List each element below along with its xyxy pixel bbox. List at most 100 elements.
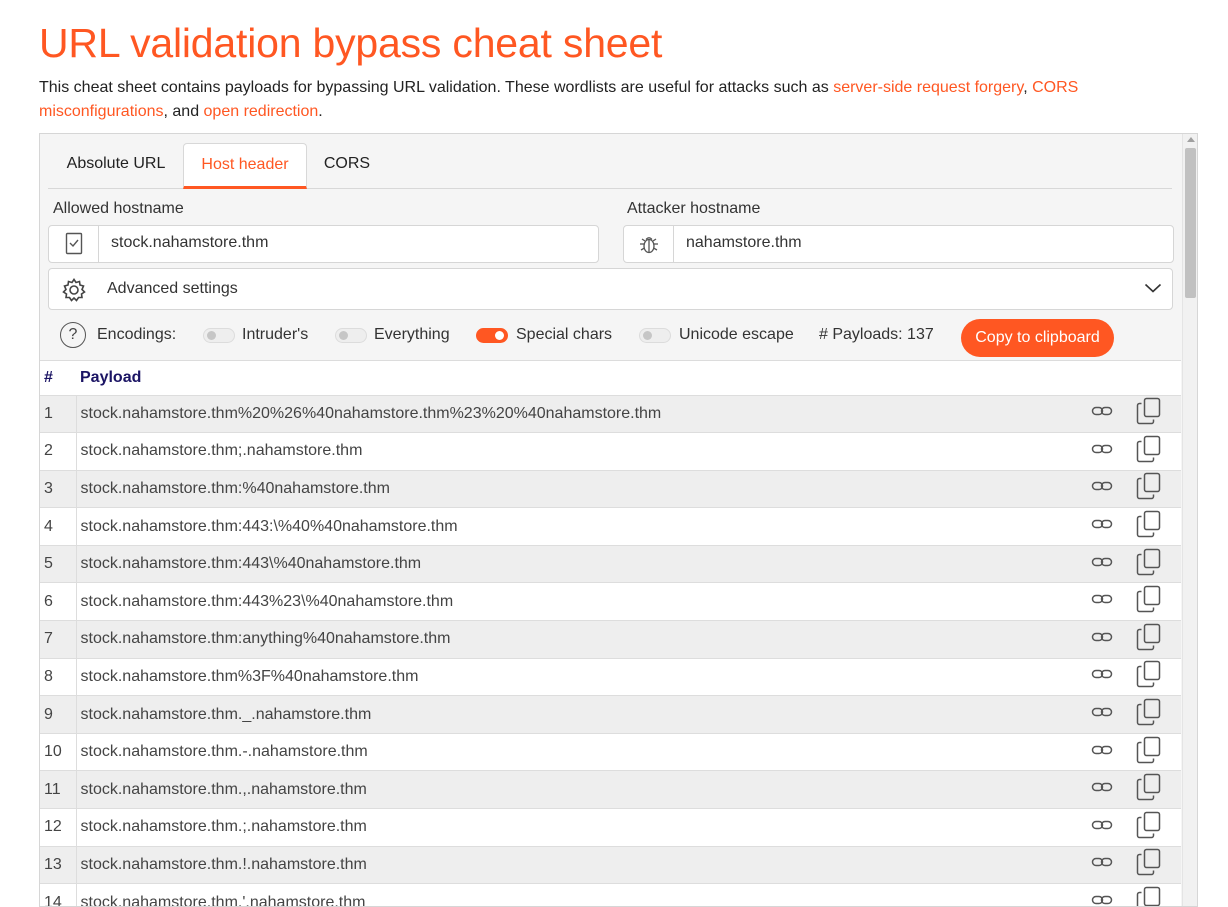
everything-label: Everything (374, 326, 450, 343)
table-row: 14 stock.nahamstore.thm.'.nahamstore.thm (40, 883, 1181, 906)
payload-count: # Payloads: 137 (819, 326, 934, 343)
table-row: 1 stock.nahamstore.thm%20%26%40nahamstore… (40, 394, 1181, 433)
allowed-hostname-field (48, 225, 599, 263)
allowed-hostname-label: Allowed hostname (53, 200, 184, 217)
row-number: 9 (40, 695, 77, 734)
intro-text-part: This cheat sheet contains payloads for b… (39, 79, 834, 96)
row-actions (1076, 732, 1181, 771)
table-row: 7 stock.nahamstore.thm:anything%40nahamst… (40, 620, 1181, 659)
copy-icon[interactable] (1136, 397, 1162, 430)
payload-text: stock.nahamstore.thm.-.nahamstore.thm (76, 732, 1076, 771)
payload-text: stock.nahamstore.thm%3F%40nahamstore.thm (76, 657, 1076, 696)
column-header-number: # (44, 368, 53, 386)
copy-icon[interactable] (1136, 623, 1162, 656)
payload-table: # Payload 1 stock.nahamstore.thm%20%26%40… (40, 360, 1181, 906)
table-row: 13 stock.nahamstore.thm.!.nahamstore.thm (40, 845, 1181, 884)
link-icon[interactable] (1091, 893, 1113, 906)
scroll-thumb[interactable] (1185, 148, 1196, 298)
row-actions (1076, 845, 1181, 884)
link-icon[interactable] (1091, 667, 1113, 686)
copy-icon[interactable] (1136, 698, 1162, 731)
payload-text: stock.nahamstore.thm.;.nahamstore.thm (76, 808, 1076, 847)
row-number: 12 (40, 808, 77, 847)
table-row: 6 stock.nahamstore.thm:443%23\%40nahamsto… (40, 582, 1181, 621)
payload-text: stock.nahamstore.thm.,.nahamstore.thm (76, 770, 1076, 809)
open-redirection-link[interactable]: open redirection (204, 103, 319, 120)
attacker-hostname-label: Attacker hostname (627, 200, 761, 217)
attacker-hostname-input[interactable] (686, 234, 1156, 252)
row-number: 2 (40, 432, 77, 471)
tab-absolute-url[interactable]: Absolute URL (48, 143, 184, 189)
link-icon[interactable] (1091, 780, 1113, 799)
row-actions (1076, 695, 1181, 734)
intro-end: . (318, 103, 323, 120)
row-number: 4 (40, 507, 77, 546)
row-actions (1076, 620, 1181, 659)
encodings-row: ? Encodings: Intruder's Everything Speci… (60, 319, 1180, 358)
bug-icon (624, 226, 674, 262)
tab-bar: Absolute URL Host header CORS (48, 143, 1172, 189)
payload-text: stock.nahamstore.thm:anything%40nahamsto… (76, 620, 1076, 659)
copy-icon[interactable] (1136, 660, 1162, 693)
copy-icon[interactable] (1136, 472, 1162, 505)
everything-toggle[interactable] (335, 328, 367, 343)
payload-text: stock.nahamstore.thm.!.nahamstore.thm (76, 845, 1076, 884)
table-row: 10 stock.nahamstore.thm.-.nahamstore.thm (40, 732, 1181, 771)
payload-text: stock.nahamstore.thm:443%23\%40nahamstor… (76, 582, 1076, 621)
copy-icon[interactable] (1136, 736, 1162, 769)
payload-text: stock.nahamstore.thm;.nahamstore.thm (76, 432, 1076, 471)
copy-icon[interactable] (1136, 585, 1162, 618)
copy-icon[interactable] (1136, 886, 1162, 906)
table-row: 3 stock.nahamstore.thm:%40nahamstore.thm (40, 469, 1181, 508)
row-actions (1076, 544, 1181, 583)
row-actions (1076, 507, 1181, 546)
copy-to-clipboard-button[interactable]: Copy to clipboard (961, 319, 1114, 357)
copy-icon[interactable] (1136, 811, 1162, 844)
table-row: 9 stock.nahamstore.thm._.nahamstore.thm (40, 695, 1181, 734)
link-icon[interactable] (1091, 705, 1113, 724)
copy-icon[interactable] (1136, 848, 1162, 881)
row-actions (1076, 469, 1181, 508)
link-icon[interactable] (1091, 630, 1113, 649)
link-icon[interactable] (1091, 855, 1113, 874)
row-number: 8 (40, 657, 77, 696)
page-title: URL validation bypass cheat sheet (39, 20, 663, 66)
ssrf-link[interactable]: server-side request forgery (833, 79, 1023, 96)
scrollbar[interactable] (1182, 134, 1197, 906)
unicode-escape-toggle[interactable] (639, 328, 671, 343)
table-row: 5 stock.nahamstore.thm:443\%40nahamstore.… (40, 544, 1181, 583)
table-row: 2 stock.nahamstore.thm;.nahamstore.thm (40, 432, 1181, 471)
advanced-settings-label: Advanced settings (107, 280, 238, 297)
copy-icon[interactable] (1136, 510, 1162, 543)
payload-text: stock.nahamstore.thm:443:\%40%40nahamsto… (76, 507, 1076, 546)
row-actions (1076, 770, 1181, 809)
link-icon[interactable] (1091, 479, 1113, 498)
special-chars-toggle[interactable] (476, 328, 508, 343)
help-icon[interactable]: ? (60, 322, 86, 348)
link-icon[interactable] (1091, 592, 1113, 611)
row-actions (1076, 808, 1181, 847)
intro-sep: , (1023, 79, 1033, 96)
intruders-label: Intruder's (242, 326, 309, 343)
payload-text: stock.nahamstore.thm:%40nahamstore.thm (76, 469, 1076, 508)
row-actions (1076, 582, 1181, 621)
scroll-up-arrow[interactable] (1187, 137, 1195, 142)
table-row: 11 stock.nahamstore.thm.,.nahamstore.thm (40, 770, 1181, 809)
tab-host-header[interactable]: Host header (183, 143, 307, 189)
link-icon[interactable] (1091, 743, 1113, 762)
advanced-settings-toggle[interactable]: Advanced settings (48, 268, 1173, 310)
link-icon[interactable] (1091, 442, 1113, 461)
link-icon[interactable] (1091, 404, 1113, 423)
copy-icon[interactable] (1136, 773, 1162, 806)
table-row: 12 stock.nahamstore.thm.;.nahamstore.thm (40, 808, 1181, 847)
copy-icon[interactable] (1136, 548, 1162, 581)
row-number: 11 (40, 770, 77, 809)
link-icon[interactable] (1091, 818, 1113, 837)
copy-icon[interactable] (1136, 435, 1162, 468)
intruders-toggle[interactable] (203, 328, 235, 343)
tab-cors[interactable]: CORS (310, 143, 384, 189)
allowed-hostname-input[interactable] (111, 234, 581, 252)
link-icon[interactable] (1091, 517, 1113, 536)
link-icon[interactable] (1091, 555, 1113, 574)
row-actions (1076, 432, 1181, 471)
